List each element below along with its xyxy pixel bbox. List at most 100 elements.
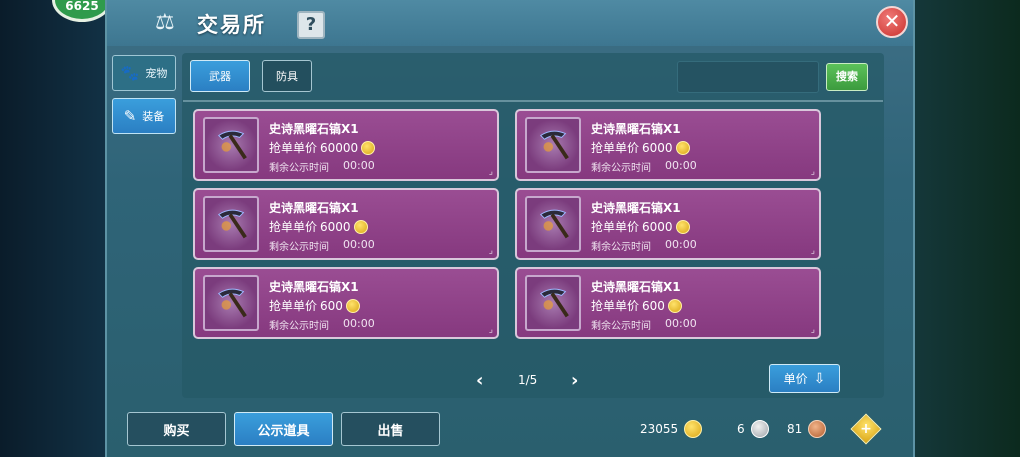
side-tab-equipment[interactable]: ✎ 装备 (112, 98, 176, 134)
price-value: 6000 (642, 140, 673, 155)
tab-sell[interactable]: 出售 (341, 412, 440, 446)
listing-card[interactable]: 史诗黑曜石镐X1 抢单单价 6000 剩余公示时间 00:00 ⌟ (193, 188, 499, 260)
pickaxe-icon (217, 288, 247, 318)
listing-card[interactable]: 史诗黑曜石镐X1 抢单单价 600 剩余公示时间 00:00 ⌟ (193, 267, 499, 339)
time-row: 剩余公示时间 00:00 (591, 317, 697, 332)
silver-amount: 6 (737, 422, 745, 436)
item-frame (203, 117, 259, 173)
search-button[interactable]: 搜索 (826, 63, 868, 91)
time-row: 剩余公示时间 00:00 (269, 159, 375, 174)
tab-buy[interactable]: 购买 (127, 412, 226, 446)
price-value: 600 (642, 298, 665, 313)
listing-card[interactable]: 史诗黑曜石镐X1 抢单单价 6000 剩余公示时间 00:00 ⌟ (515, 109, 821, 181)
sort-by-unit-price-button[interactable]: 单价 ⇩ (769, 364, 840, 393)
item-name: 史诗黑曜石镐X1 (591, 122, 681, 136)
title-bar: ⚖ 交易所 ? (107, 0, 913, 46)
item-frame (525, 275, 581, 331)
next-page-button[interactable]: › (571, 370, 578, 391)
pickaxe-icon (217, 209, 247, 239)
price-label: 抢单单价 (591, 141, 640, 155)
price-value: 60000 (320, 140, 359, 155)
price-label: 抢单单价 (269, 220, 318, 234)
item-name: 史诗黑曜石镐X1 (269, 201, 359, 215)
pickaxe-icon (539, 209, 569, 239)
time-label: 剩余公示时间 (591, 163, 651, 174)
tab-armor[interactable]: 防具 (262, 60, 312, 92)
window-title: 交易所 (197, 13, 266, 37)
price-row: 抢单单价 6000 (269, 218, 368, 235)
pickaxe-icon (217, 130, 247, 160)
arrow-down-icon: ⇩ (813, 370, 826, 387)
price-row: 抢单单价 60000 (269, 139, 376, 156)
copper-coin-icon (808, 420, 827, 438)
price-label: 抢单单价 (269, 141, 318, 155)
gold-balance: 23055 (640, 420, 703, 438)
copper-balance: 81 (787, 420, 827, 438)
gold-coin-icon (675, 219, 690, 234)
time-value: 00:00 (665, 317, 697, 330)
item-frame (525, 196, 581, 252)
item-name: 史诗黑曜石镐X1 (591, 201, 681, 215)
side-tab-label: 宠物 (145, 67, 168, 80)
silver-balance: 6 (737, 420, 769, 438)
price-label: 抢单单价 (591, 220, 640, 234)
time-row: 剩余公示时间 00:00 (591, 159, 697, 174)
price-value: 6000 (642, 219, 673, 234)
tab-weapons[interactable]: 武器 (190, 60, 250, 92)
listing-card[interactable]: 史诗黑曜石镐X1 抢单单价 600 剩余公示时间 00:00 ⌟ (515, 267, 821, 339)
price-row: 抢单单价 6000 (591, 218, 690, 235)
time-row: 剩余公示时间 00:00 (269, 317, 375, 332)
time-label: 剩余公示时间 (591, 242, 651, 253)
corner-mark-icon: ⌟ (810, 246, 815, 256)
time-value: 00:00 (665, 238, 697, 251)
silver-coin-icon (750, 420, 769, 438)
item-frame (203, 275, 259, 331)
listing-card[interactable]: 史诗黑曜石镐X1 抢单单价 6000 剩余公示时间 00:00 ⌟ (515, 188, 821, 260)
side-tab-pet[interactable]: 🐾 宠物 (112, 55, 176, 91)
time-value: 00:00 (343, 317, 375, 330)
time-row: 剩余公示时间 00:00 (269, 238, 375, 253)
corner-mark-icon: ⌟ (810, 325, 815, 335)
pickaxe-icon (539, 130, 569, 160)
gold-coin-icon (361, 140, 376, 155)
equipment-icon: ✎ (123, 107, 137, 125)
gold-coin-icon (675, 140, 690, 155)
listing-card[interactable]: 史诗黑曜石镐X1 抢单单价 60000 剩余公示时间 00:00 ⌟ (193, 109, 499, 181)
item-name: 史诗黑曜石镐X1 (269, 122, 359, 136)
item-frame (525, 117, 581, 173)
item-name: 史诗黑曜石镐X1 (591, 280, 681, 294)
pickaxe-icon (539, 288, 569, 318)
time-value: 00:00 (343, 238, 375, 251)
corner-mark-icon: ⌟ (488, 167, 493, 177)
corner-mark-icon: ⌟ (488, 325, 493, 335)
prev-page-button[interactable]: ‹ (476, 370, 483, 391)
gold-amount: 23055 (640, 422, 679, 436)
price-label: 抢单单价 (269, 299, 318, 313)
time-value: 00:00 (665, 159, 697, 172)
item-name: 史诗黑曜石镐X1 (269, 280, 359, 294)
scale-icon: ⚖ (155, 10, 175, 35)
gold-coin-icon (684, 420, 703, 438)
background-left (0, 0, 110, 457)
price-row: 抢单单价 600 (269, 297, 360, 314)
time-label: 剩余公示时间 (269, 321, 329, 332)
price-row: 抢单单价 6000 (591, 139, 690, 156)
gold-coin-icon (667, 298, 682, 313)
close-button[interactable]: ✕ (876, 6, 908, 38)
gold-coin-icon (353, 219, 368, 234)
plus-icon: + (860, 421, 872, 437)
time-label: 剩余公示时间 (269, 163, 329, 174)
time-label: 剩余公示时间 (591, 321, 651, 332)
page-indicator: 1/5 (518, 373, 538, 387)
search-input[interactable] (677, 61, 819, 93)
side-tab-label: 装备 (142, 110, 165, 123)
price-row: 抢单单价 600 (591, 297, 682, 314)
tab-publicity-items[interactable]: 公示道具 (234, 412, 333, 446)
background-right (910, 0, 1020, 457)
sort-label: 单价 (783, 372, 808, 386)
help-button[interactable]: ? (297, 11, 325, 39)
item-frame (203, 196, 259, 252)
price-value: 600 (320, 298, 343, 313)
copper-amount: 81 (787, 422, 803, 436)
price-label: 抢单单价 (591, 299, 640, 313)
